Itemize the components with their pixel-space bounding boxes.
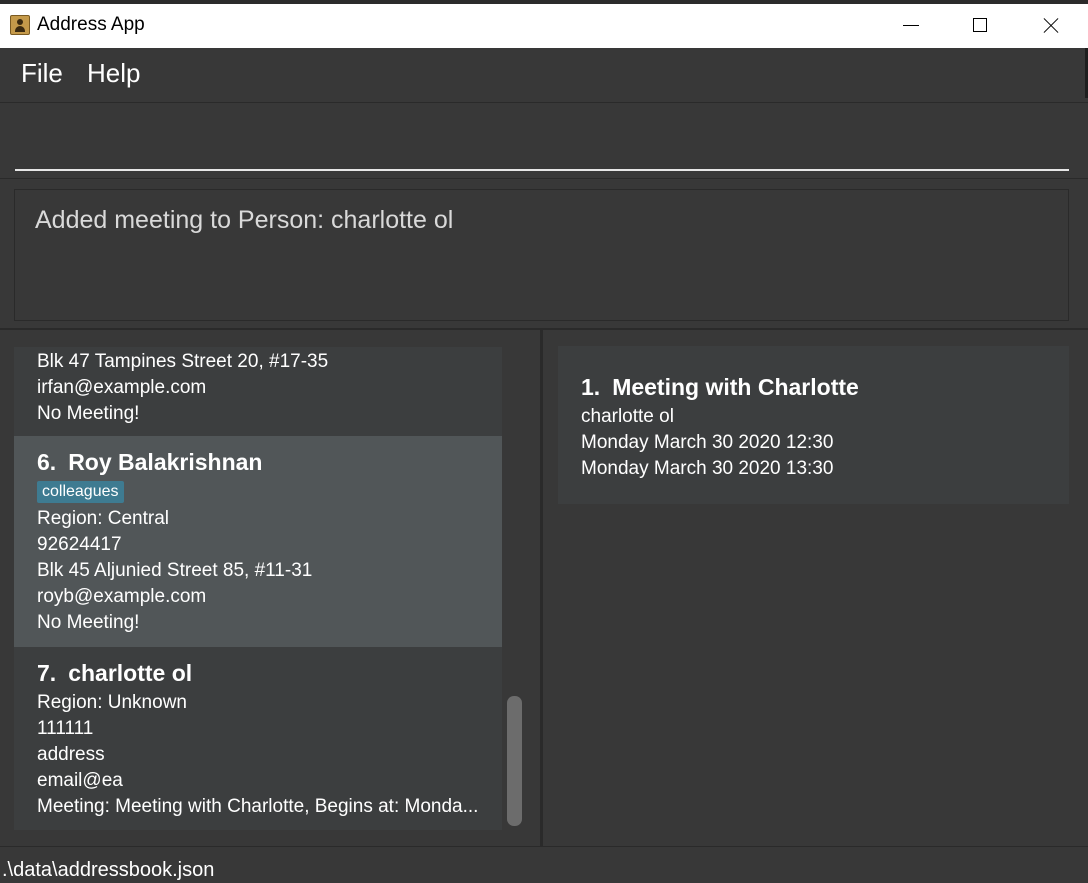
person-tag: colleagues xyxy=(37,481,124,503)
menu-bar: File Help xyxy=(0,48,1088,103)
person-address: address xyxy=(37,744,105,765)
person-region: Region: Unknown xyxy=(37,692,187,713)
command-input[interactable] xyxy=(15,111,1069,171)
menu-help[interactable]: Help xyxy=(87,58,140,89)
person-phone: 111111 xyxy=(37,718,94,739)
person-region: Region: Central xyxy=(37,508,170,529)
close-button[interactable] xyxy=(1027,4,1073,48)
status-file-path: .\data\addressbook.json xyxy=(2,859,215,881)
window-title: Address App xyxy=(37,14,145,35)
result-message: Added meeting to Person: charlotte ol xyxy=(35,206,454,234)
meeting-end: Monday March 30 2020 13:30 xyxy=(581,458,834,479)
person-card[interactable]: Blk 47 Tampines Street 20, #17-35 irfan@… xyxy=(14,347,502,436)
menu-file[interactable]: File xyxy=(21,58,63,89)
meeting-start: Monday March 30 2020 12:30 xyxy=(581,432,834,453)
meeting-card[interactable]: 1. Meeting with Charlotte charlotte ol Mo… xyxy=(558,346,1069,504)
person-index: 6. xyxy=(37,449,57,475)
command-box xyxy=(0,103,1088,177)
person-index: 7. xyxy=(37,660,57,686)
person-name-row: 7. charlotte ol xyxy=(37,656,502,690)
person-name-row: 6. Roy Balakrishnan xyxy=(37,445,502,479)
person-list-scrollbar[interactable] xyxy=(507,696,522,826)
meeting-index: 1. xyxy=(581,374,601,400)
person-name: Roy Balakrishnan xyxy=(68,449,263,475)
person-meeting: No Meeting! xyxy=(37,403,140,424)
person-name: charlotte ol xyxy=(68,660,193,686)
maximize-button[interactable] xyxy=(957,4,1003,48)
person-email: irfan@example.com xyxy=(37,377,207,398)
result-display: Added meeting to Person: charlotte ol xyxy=(14,189,1069,321)
person-card[interactable]: 7. charlotte ol Region: Unknown 111111 ad… xyxy=(14,647,502,830)
address-book-icon xyxy=(10,15,30,35)
person-email: royb@example.com xyxy=(37,586,207,607)
status-bar: .\data\addressbook.json xyxy=(0,846,1088,883)
minimize-icon xyxy=(903,25,919,26)
result-display-container: Added meeting to Person: charlotte ol xyxy=(0,178,1088,329)
person-email: email@ea xyxy=(37,770,123,791)
person-address: Blk 45 Aljunied Street 85, #11-31 xyxy=(37,560,313,581)
person-address: Blk 47 Tampines Street 20, #17-35 xyxy=(37,351,329,372)
meeting-person: charlotte ol xyxy=(581,406,674,427)
meeting-title: Meeting with Charlotte xyxy=(612,374,859,400)
window-titlebar: Address App xyxy=(0,0,1088,48)
minimize-button[interactable] xyxy=(888,4,934,48)
person-meeting: No Meeting! xyxy=(37,612,140,633)
person-phone: 92624417 xyxy=(37,534,122,555)
person-card-selected[interactable]: 6. Roy Balakrishnan colleagues Region: Ce… xyxy=(14,436,502,647)
meeting-title-row: 1. Meeting with Charlotte xyxy=(581,370,1069,404)
person-meeting: Meeting: Meeting with Charlotte, Begins … xyxy=(37,796,479,817)
maximize-icon xyxy=(973,18,987,32)
